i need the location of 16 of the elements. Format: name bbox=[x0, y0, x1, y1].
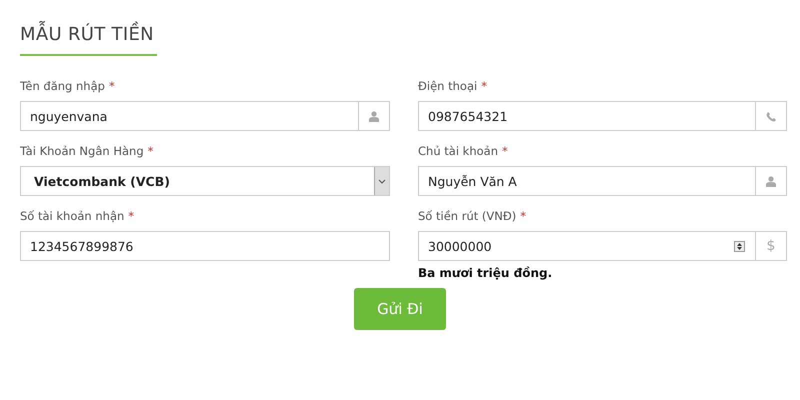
field-label: Số tài khoản nhận bbox=[20, 209, 124, 225]
field-label: Điện thoại bbox=[418, 79, 478, 95]
required-mark: * bbox=[148, 144, 154, 160]
field-label: Tài Khoản Ngân Hàng bbox=[20, 144, 144, 160]
field-label: Số tiền rút (VNĐ) bbox=[418, 209, 516, 225]
field-label: Tên đăng nhập bbox=[20, 79, 105, 95]
bank-select[interactable]: Vietcombank (VCB) bbox=[20, 166, 390, 196]
field-label: Chủ tài khoản bbox=[418, 144, 498, 160]
amount-in-words: Ba mươi triệu đồng. bbox=[418, 266, 554, 280]
required-mark: * bbox=[128, 209, 134, 225]
required-mark: * bbox=[520, 209, 526, 225]
required-mark: * bbox=[108, 79, 115, 95]
input-field[interactable]: 1234567899876 bbox=[21, 232, 389, 260]
required-mark: * bbox=[502, 144, 508, 160]
required-mark: * bbox=[481, 79, 487, 95]
caret-icon bbox=[378, 178, 386, 184]
